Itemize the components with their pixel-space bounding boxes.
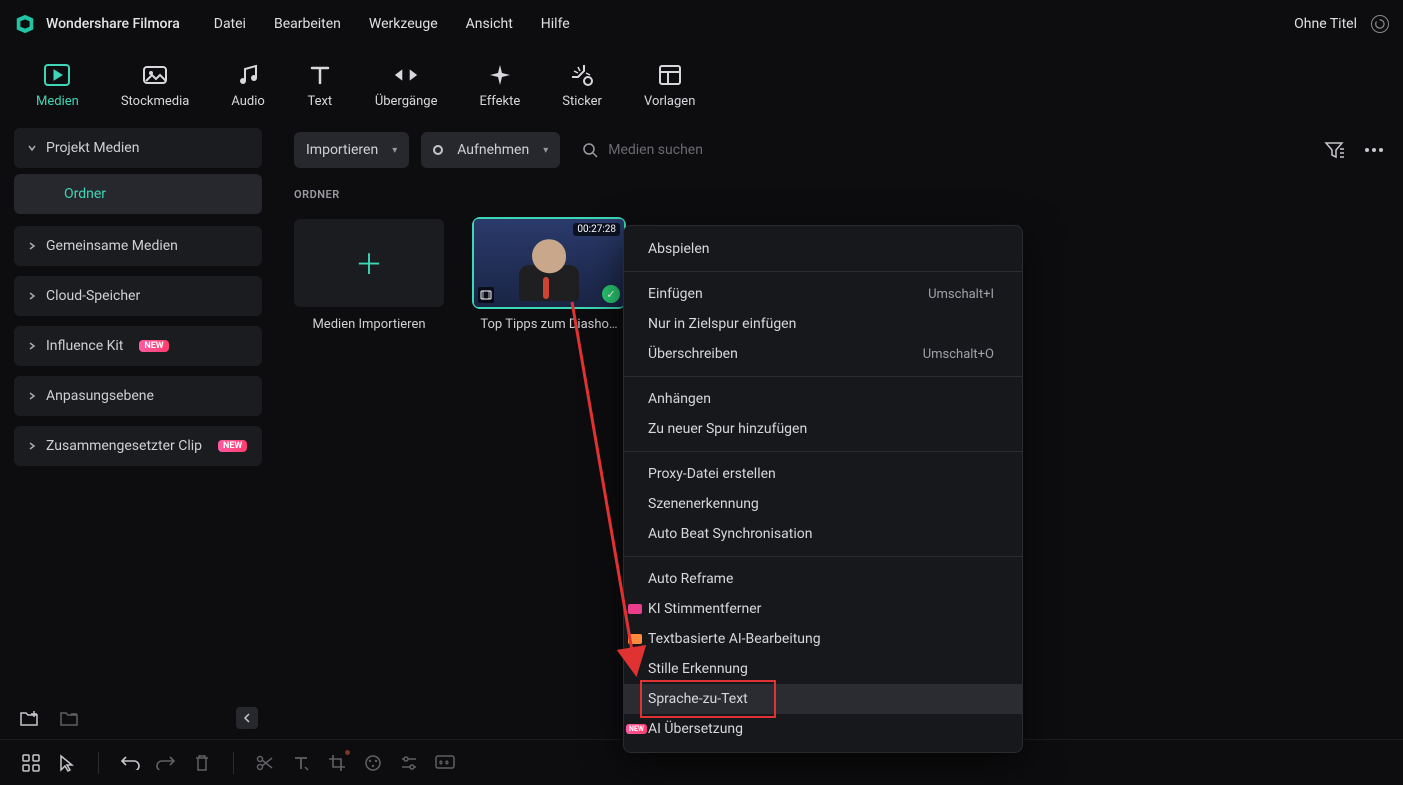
ctx-ai-voice-remove[interactable]: KI Stimmentferner	[624, 594, 1022, 624]
sidebar-item-project-media[interactable]: Projekt Medien	[14, 128, 262, 168]
ctx-proxy-file[interactable]: Proxy-Datei erstellen	[624, 459, 1022, 489]
ctx-insert-target-track[interactable]: Nur in Zielspur einfügen	[624, 309, 1022, 339]
sidebar-item-adjustment-layer[interactable]: Anpasungsebene	[14, 376, 262, 416]
transition-icon	[393, 62, 419, 88]
duration-badge: 00:27:28	[573, 223, 620, 236]
music-icon	[235, 62, 261, 88]
import-media-card[interactable]: ＋ Medien Importieren	[294, 219, 444, 332]
chevron-right-icon	[28, 442, 36, 450]
ai-badge	[628, 634, 642, 644]
sidebar-footer	[14, 697, 262, 733]
crop-icon[interactable]	[326, 752, 348, 774]
tab-audio[interactable]: Audio	[231, 62, 264, 109]
chevron-down-icon: ▾	[392, 145, 397, 156]
filmstrip-icon	[478, 287, 494, 303]
menu-tools[interactable]: Werkzeuge	[369, 16, 438, 32]
ctx-append[interactable]: Anhängen	[624, 384, 1022, 414]
chevron-right-icon	[28, 292, 36, 300]
sparkle-icon	[487, 62, 513, 88]
app-title: Wondershare Filmora	[46, 16, 180, 32]
new-badge: NEW	[218, 440, 247, 452]
ctx-speech-to-text[interactable]: Sprache-zu-Text	[624, 684, 1022, 714]
scissors-icon[interactable]	[254, 752, 276, 774]
undo-icon[interactable]	[119, 752, 141, 774]
tab-sticker[interactable]: Sticker	[562, 62, 602, 109]
new-folder-icon[interactable]	[18, 707, 40, 729]
caption-icon[interactable]	[434, 752, 456, 774]
cursor-icon[interactable]	[56, 752, 78, 774]
text-icon	[307, 62, 333, 88]
ctx-overwrite[interactable]: ÜberschreibenUmschalt+O	[624, 339, 1022, 369]
sidebar: Projekt Medien Ordner Gemeinsame Medien …	[0, 122, 276, 739]
ctx-auto-beat-sync[interactable]: Auto Beat Synchronisation	[624, 519, 1022, 549]
record-dropdown[interactable]: Aufnehmen ▾	[421, 132, 560, 168]
menu-file[interactable]: Datei	[214, 16, 246, 32]
titlebar: Wondershare Filmora Datei Bearbeiten Wer…	[0, 0, 1403, 48]
ctx-scene-detect[interactable]: Szenenerkennung	[624, 489, 1022, 519]
chevron-right-icon	[28, 242, 36, 250]
more-icon[interactable]	[1363, 139, 1385, 161]
ctx-silence-detection[interactable]: Stille Erkennung	[624, 654, 1022, 684]
menu-help[interactable]: Hilfe	[541, 16, 570, 32]
ctx-insert[interactable]: EinfügenUmschalt+I	[624, 279, 1022, 309]
filter-icon[interactable]	[1323, 139, 1345, 161]
sidebar-sub-folder[interactable]: Ordner	[14, 174, 262, 214]
search-icon	[582, 142, 598, 158]
sidebar-item-cloud-storage[interactable]: Cloud-Speicher	[14, 276, 262, 316]
sticker-icon	[569, 62, 595, 88]
color-icon[interactable]	[362, 752, 384, 774]
chevron-down-icon	[28, 144, 36, 152]
sidebar-item-influence-kit[interactable]: Influence Kit NEW	[14, 326, 262, 366]
menu-edit[interactable]: Bearbeiten	[274, 16, 341, 32]
adjust-icon[interactable]	[398, 752, 420, 774]
cloud-icon	[142, 62, 168, 88]
tab-media[interactable]: Medien	[36, 62, 79, 109]
media-clip[interactable]: 00:27:28 ✓ Top Tipps zum Diasho…	[474, 219, 624, 332]
check-icon: ✓	[602, 285, 620, 303]
sidebar-item-compound-clip[interactable]: Zusammengesetzter Clip NEW	[14, 426, 262, 466]
project-title: Ohne Titel	[1294, 16, 1357, 32]
search-box[interactable]	[572, 142, 1311, 158]
category-tabs: Medien Stockmedia Audio Text Übergänge E…	[0, 48, 1403, 122]
redo-icon[interactable]	[155, 752, 177, 774]
ctx-text-based-ai-edit[interactable]: Textbasierte AI-Bearbeitung	[624, 624, 1022, 654]
cloud-sync-icon[interactable]	[1371, 15, 1389, 33]
record-icon	[433, 145, 443, 155]
tab-stockmedia[interactable]: Stockmedia	[121, 62, 190, 109]
media-icon	[44, 62, 70, 88]
ctx-auto-reframe[interactable]: Auto Reframe	[624, 564, 1022, 594]
chevron-right-icon	[28, 392, 36, 400]
section-label: ORDNER	[294, 188, 1385, 201]
ai-badge	[628, 604, 642, 614]
chevron-down-icon: ▾	[543, 145, 548, 156]
trash-icon[interactable]	[191, 752, 213, 774]
main-menu: Datei Bearbeiten Werkzeuge Ansicht Hilfe	[214, 16, 570, 32]
tab-effects[interactable]: Effekte	[479, 62, 520, 109]
chevron-right-icon	[28, 342, 36, 350]
search-input[interactable]	[608, 142, 1311, 158]
tab-transitions[interactable]: Übergänge	[375, 62, 438, 109]
app-logo	[14, 13, 36, 35]
template-icon	[657, 62, 683, 88]
context-menu: Abspielen EinfügenUmschalt+I Nur in Ziel…	[623, 225, 1023, 753]
delete-folder-icon[interactable]	[58, 707, 80, 729]
menu-view[interactable]: Ansicht	[466, 16, 513, 32]
ctx-play[interactable]: Abspielen	[624, 234, 1022, 264]
ctx-ai-translation[interactable]: AI Übersetzung	[624, 714, 1022, 744]
sidebar-item-shared-media[interactable]: Gemeinsame Medien	[14, 226, 262, 266]
tab-templates[interactable]: Vorlagen	[644, 62, 695, 109]
separator	[98, 752, 99, 774]
text-tool-icon[interactable]	[290, 752, 312, 774]
import-dropdown[interactable]: Importieren ▾	[294, 132, 409, 168]
media-toolbar: Importieren ▾ Aufnehmen ▾	[294, 128, 1385, 172]
tab-text[interactable]: Text	[307, 62, 333, 109]
new-badge: NEW	[139, 340, 168, 352]
collapse-sidebar-button[interactable]	[236, 707, 258, 729]
ctx-add-new-track[interactable]: Zu neuer Spur hinzufügen	[624, 414, 1022, 444]
plus-icon: ＋	[355, 243, 383, 283]
grid-icon[interactable]	[20, 752, 42, 774]
separator	[233, 752, 234, 774]
